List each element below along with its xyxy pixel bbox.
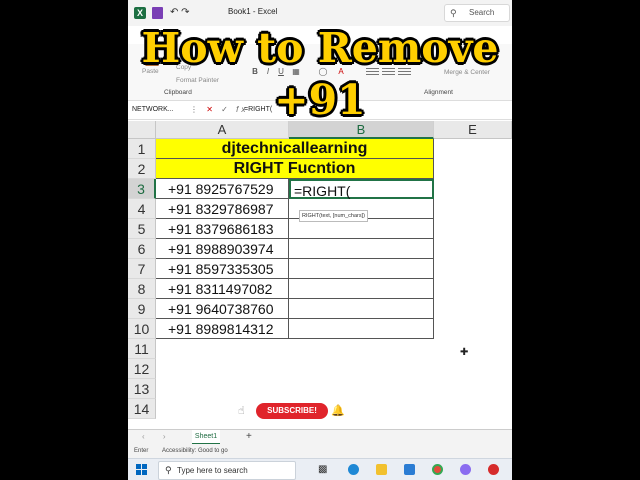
result-cell[interactable] [289,279,434,299]
cell-cursor-icon: ✚ [460,347,469,358]
row-header[interactable]: 13 [128,379,156,399]
row-header[interactable]: 5 [128,219,156,239]
row-header[interactable]: 9 [128,299,156,319]
result-cell[interactable] [289,239,434,259]
subscribe-badge: SUBSCRIBE! [256,403,328,419]
window-title: Book1 - Excel [228,7,278,16]
status-mode: Enter [134,448,149,454]
result-cell[interactable] [289,259,434,279]
result-cell[interactable] [289,299,434,319]
mail-icon[interactable] [404,464,415,475]
function-tooltip: RIGHT(text, [num_chars]) [299,210,368,222]
save-icon[interactable] [152,7,163,19]
add-sheet-button[interactable]: + [246,430,252,444]
chrome-icon[interactable] [432,464,443,475]
row-header[interactable]: 4 [128,199,156,219]
excel-icon: X [134,7,146,19]
taskbar-search[interactable]: ⚲ Type here to search [158,461,296,480]
row-header[interactable]: 14 [128,399,156,419]
sheet-tab-sheet1[interactable]: Sheet1 [192,430,220,445]
phone-cell[interactable]: +91 8988903974 [156,239,289,259]
row-header[interactable]: 11 [128,339,156,359]
search-icon: ⚲ [450,8,457,18]
search-box[interactable]: ⚲ Search [444,4,510,22]
banner-cell[interactable]: djtechnicallearning [156,139,434,159]
app-icon[interactable] [488,464,499,475]
taskbar: ⚲ Type here to search ▩ [128,458,512,480]
row-header[interactable]: 12 [128,359,156,379]
status-bar: Enter Accessibility: Good to go [128,444,512,458]
bell-icon: 🔔 [331,405,345,417]
row-header[interactable]: 3 [128,179,156,199]
row-header[interactable]: 1 [128,139,156,159]
sheet-nav-arrows[interactable]: ‹ › [142,430,174,444]
file-explorer-icon[interactable] [376,464,387,475]
row-header[interactable]: 6 [128,239,156,259]
windows-icon[interactable] [136,464,148,476]
phone-cell[interactable]: +91 8379686183 [156,219,289,239]
undo-icon[interactable]: ↶ ↷ [170,7,190,19]
accessibility-status[interactable]: Accessibility: Good to go [162,444,228,458]
headline-line-1: How to Remove [141,24,499,72]
spreadsheet-grid[interactable]: A B E 1 2 3 4 5 6 7 8 9 10 11 12 13 14 d… [128,121,512,429]
phone-cell[interactable]: +91 8597335305 [156,259,289,279]
phone-cell[interactable]: +91 8329786987 [156,199,289,219]
banner-cell[interactable]: RIGHT Fucntion [156,159,434,179]
result-cell[interactable] [289,219,434,239]
row-header[interactable]: 7 [128,259,156,279]
result-cell[interactable] [289,319,434,339]
app-icon[interactable] [460,464,471,475]
thumbs-up-icon: ☝ [238,405,245,417]
headline-line-2: +91 [274,76,366,124]
taskbar-search-placeholder: Type here to search [177,466,248,475]
video-headline: How to Remove +91 [128,22,512,126]
phone-cell[interactable]: +91 8989814312 [156,319,289,339]
sheet-tabs-bar: ‹ › Sheet1 + [128,429,512,445]
edge-icon[interactable] [348,464,359,475]
phone-cell[interactable]: +91 8311497082 [156,279,289,299]
search-label: Search [469,8,495,17]
active-cell-b3[interactable]: =RIGHT( [289,179,434,199]
row-header[interactable]: 2 [128,159,156,179]
phone-cell[interactable]: +91 8925767529 [156,179,289,199]
row-header[interactable]: 10 [128,319,156,339]
phone-cell[interactable]: +91 9640738760 [156,299,289,319]
search-icon: ⚲ [165,465,172,475]
task-view-icon[interactable]: ▩ [318,464,329,475]
row-header[interactable]: 8 [128,279,156,299]
